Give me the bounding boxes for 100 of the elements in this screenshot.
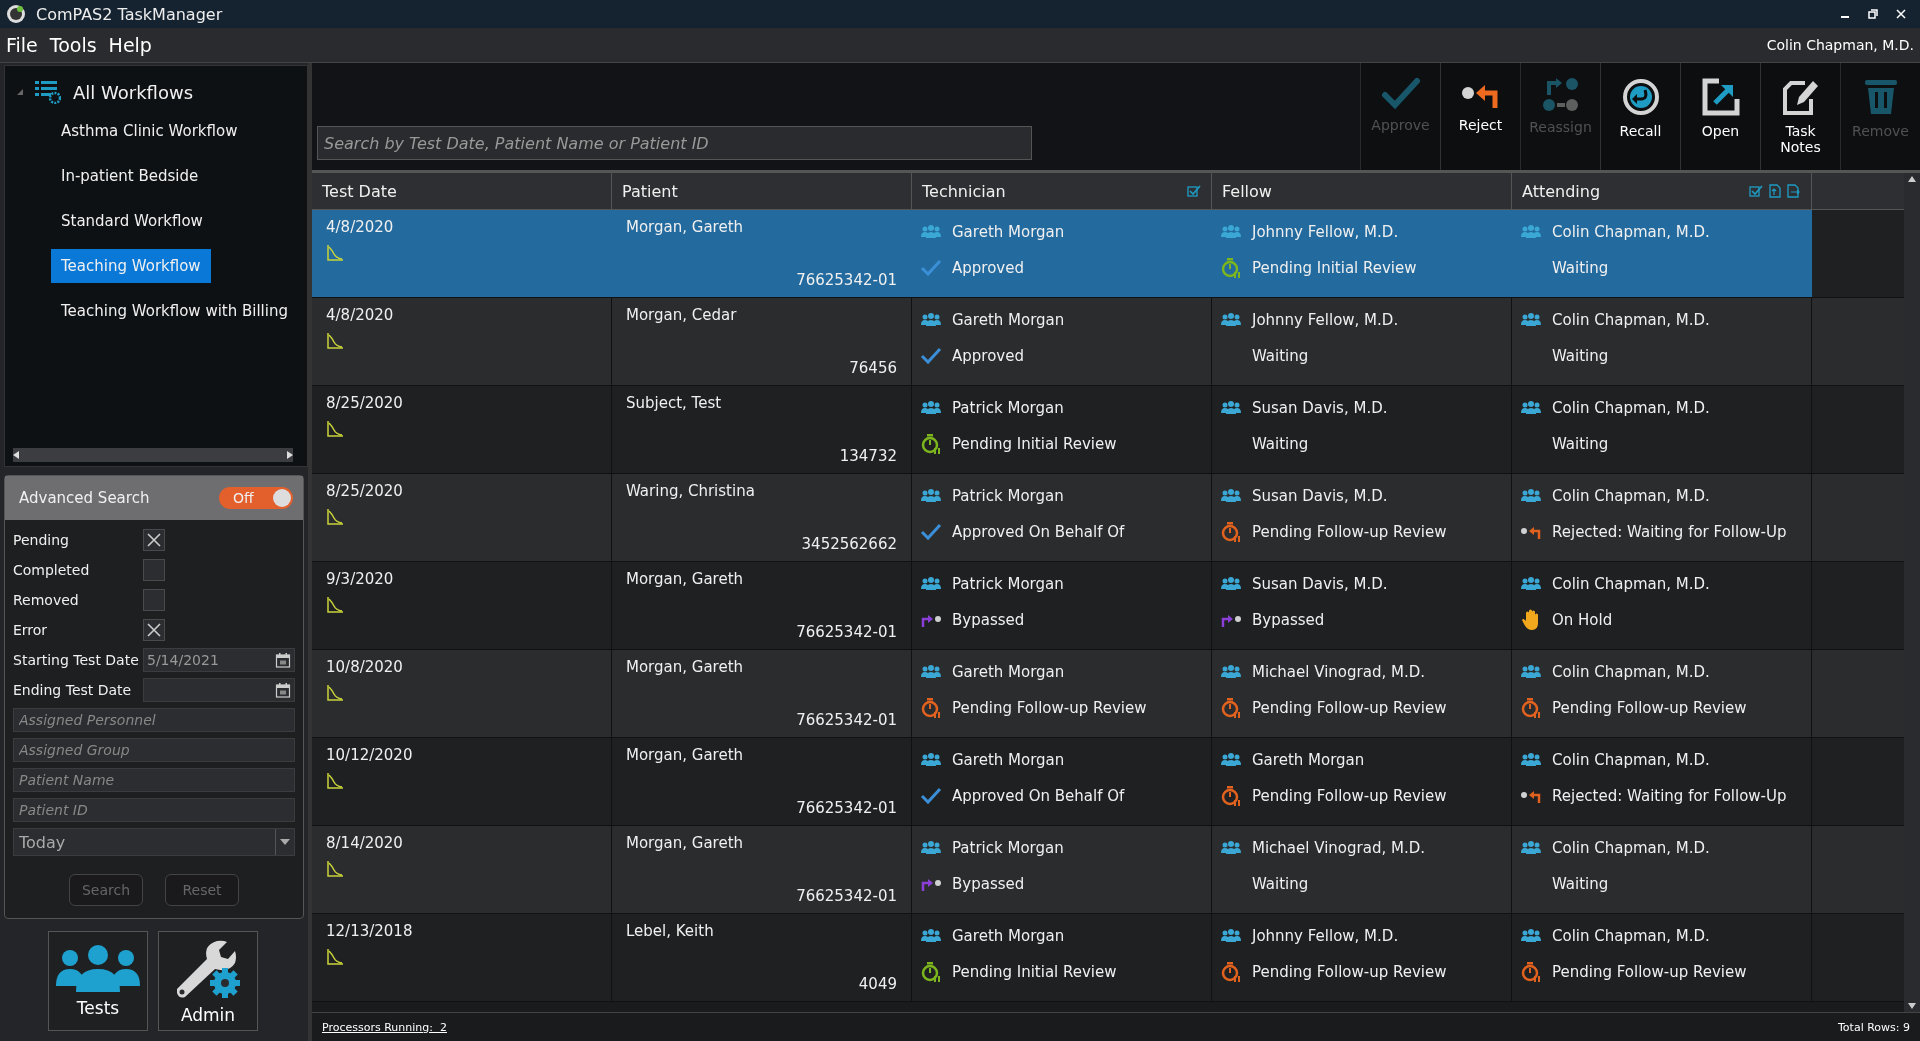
checkbox[interactable]	[143, 529, 165, 551]
field-label: Ending Test Date	[13, 682, 133, 698]
toolbar-button[interactable]: Open	[1680, 63, 1760, 170]
timer-icon	[1220, 961, 1242, 983]
people-icon	[1520, 576, 1542, 592]
patient-id: 4049	[858, 975, 897, 993]
expander-icon[interactable]	[17, 89, 23, 95]
people-icon	[1220, 312, 1242, 328]
status-text: Pending Initial Review	[1252, 259, 1417, 277]
people-icon	[1520, 664, 1542, 680]
status-text: Pending Follow-up Review	[1252, 963, 1447, 981]
checkbox[interactable]	[143, 589, 165, 611]
dropdown[interactable]: Today	[13, 828, 295, 856]
table-row[interactable]: 10/12/2020 Morgan, Gareth 76625342-01 Gareth Morgan Approved On Behalf Of Gareth Morgan Pending Follow-up Review Colin Chapman, M.D. Rejected: Waiting for Follow-Up	[312, 738, 1904, 826]
tree-item[interactable]: Teaching Workflow with Billing	[51, 294, 298, 328]
date-field[interactable]	[143, 678, 295, 702]
input-field[interactable]: Assigned Group	[13, 738, 295, 762]
checkbox-icon[interactable]	[1749, 185, 1763, 197]
check-icon	[920, 787, 942, 805]
arrow-dot-icon	[1220, 612, 1242, 628]
toolbar-button[interactable]: Recall	[1600, 63, 1680, 170]
vertical-scrollbar[interactable]	[1904, 173, 1920, 1012]
test-date: 4/8/2020	[326, 306, 395, 324]
status-text: Rejected: Waiting for Follow-Up	[1552, 523, 1787, 541]
calendar-icon	[275, 652, 291, 668]
nav-tile[interactable]: Tests	[48, 931, 148, 1031]
people-icon	[920, 400, 942, 416]
status-text: On Hold	[1552, 611, 1613, 629]
menu-item[interactable]: Help	[108, 34, 152, 56]
checkbox[interactable]	[143, 619, 165, 641]
timer-icon	[920, 697, 942, 719]
document-icon[interactable]	[1787, 184, 1801, 198]
caret-icon[interactable]	[280, 839, 290, 845]
table-row[interactable]: 8/25/2020 Waring, Christina 3452562662 Patrick Morgan Approved On Behalf Of Susan Davis, M.D. Pending Follow-up Review Colin Chapman, M.D. Rejected: Waiting for Follow-Up	[312, 474, 1904, 562]
scroll-left-icon[interactable]	[13, 451, 19, 459]
tree-item[interactable]: Teaching Workflow	[51, 249, 211, 283]
graph-icon	[326, 596, 344, 614]
people-icon	[920, 840, 942, 856]
people-icon	[1520, 928, 1542, 944]
patient-id: 76625342-01	[796, 623, 897, 641]
table-row[interactable]: 4/8/2020 Morgan, Gareth 76625342-01 Gareth Morgan Approved Johnny Fellow, M.D. Pending Initial Review Colin Chapman, M.D. Waiting	[312, 210, 1904, 298]
arrow-dot-icon	[920, 876, 942, 892]
scroll-down-icon[interactable]	[1908, 1003, 1916, 1009]
status-text: Waiting	[1252, 347, 1309, 365]
status-text: Pending Initial Review	[952, 435, 1117, 453]
assignee-name: Patrick Morgan	[952, 399, 1064, 417]
scroll-up-icon[interactable]	[1908, 176, 1916, 182]
graph-icon	[326, 948, 344, 966]
input-field[interactable]: Patient ID	[13, 798, 295, 822]
checkbox-icon[interactable]	[1187, 185, 1201, 197]
list-gear-icon	[35, 80, 61, 104]
table-row[interactable]: 8/25/2020 Subject, Test 134732 Patrick Morgan Pending Initial Review Susan Davis, M.D. Waiting Colin Chapman, M.D. Waiting	[312, 386, 1904, 474]
processors-link[interactable]: Processors Running: 2	[322, 1020, 447, 1034]
restore-icon[interactable]	[1868, 9, 1878, 19]
table-row[interactable]: 8/14/2020 Morgan, Gareth 76625342-01 Patrick Morgan Bypassed Michael Vinograd, M.D. Waiting Colin Chapman, M.D. Waiting	[312, 826, 1904, 914]
tree-item[interactable]: Asthma Clinic Workflow	[51, 114, 248, 148]
menu-item[interactable]: File	[6, 34, 38, 56]
input-field[interactable]: Patient Name	[13, 768, 295, 792]
document-icon[interactable]	[1769, 184, 1781, 198]
status-text: Pending Initial Review	[952, 963, 1117, 981]
scroll-right-icon[interactable]	[287, 451, 293, 459]
tree-item[interactable]: Standard Workflow	[51, 204, 213, 238]
table-row[interactable]: 9/3/2020 Morgan, Gareth 76625342-01 Patrick Morgan Bypassed Susan Davis, M.D. Bypassed Colin Chapman, M.D. On Hold	[312, 562, 1904, 650]
people-icon	[1220, 752, 1242, 768]
table-row[interactable]: 4/8/2020 Morgan, Cedar 76456 Gareth Morgan Approved Johnny Fellow, M.D. Waiting Colin Chapman, M.D. Waiting	[312, 298, 1904, 386]
timer-icon	[1220, 257, 1242, 279]
tree-item[interactable]: In-patient Bedside	[51, 159, 209, 193]
panel-title: Advanced Search	[19, 489, 151, 507]
patient-name: Waring, Christina	[626, 482, 756, 500]
arrow-dot-icon	[920, 612, 942, 628]
dot-arrow-icon	[1520, 524, 1542, 540]
people-icon	[1220, 840, 1242, 856]
assignee-name: Colin Chapman, M.D.	[1552, 663, 1710, 681]
assignee-name: Johnny Fellow, M.D.	[1252, 223, 1399, 241]
field-label: Pending	[13, 532, 70, 548]
table-row[interactable]: 12/13/2018 Lebel, Keith 4049 Gareth Morgan Pending Initial Review Johnny Fellow, M.D. Pending Follow-up Review Colin Chapman, M.D. Pending Follow-up Review	[312, 914, 1904, 1002]
menu-item[interactable]: Tools	[49, 34, 97, 56]
people-icon	[920, 312, 942, 328]
patient-name: Morgan, Gareth	[626, 218, 745, 236]
horizontal-scrollbar[interactable]	[13, 448, 293, 462]
field-label: Removed	[13, 592, 80, 608]
status-text: Pending Follow-up Review	[1552, 963, 1747, 981]
graph-icon	[326, 860, 344, 878]
close-icon[interactable]	[1896, 9, 1906, 19]
status-text: Waiting	[1552, 435, 1609, 453]
status-text: Approved	[952, 259, 1024, 277]
status-text: Pending Follow-up Review	[1552, 699, 1747, 717]
tree-item[interactable]: All Workflows	[73, 81, 194, 103]
toolbar-button[interactable]: Task Notes	[1760, 63, 1840, 170]
checkbox[interactable]	[143, 559, 165, 581]
table-row[interactable]: 10/8/2020 Morgan, Gareth 76625342-01 Gareth Morgan Pending Follow-up Review Michael Vinograd, M.D. Pending Follow-up Review Colin Chapman, M.D. Pending Follow-up Review	[312, 650, 1904, 738]
toolbar-button[interactable]: Reject	[1440, 63, 1520, 170]
input-field[interactable]: Assigned Personnel	[13, 708, 295, 732]
nav-tile[interactable]: Admin	[158, 931, 258, 1031]
search-field[interactable]: Search by Test Date, Patient Name or Patient ID	[317, 126, 1032, 160]
date-field[interactable]: 5/14/2021	[143, 648, 295, 672]
assignee-name: Colin Chapman, M.D.	[1552, 575, 1710, 593]
status-text: Waiting	[1552, 347, 1609, 365]
assignee-name: Gareth Morgan	[952, 927, 1065, 945]
status-text: Bypassed	[952, 611, 1025, 629]
